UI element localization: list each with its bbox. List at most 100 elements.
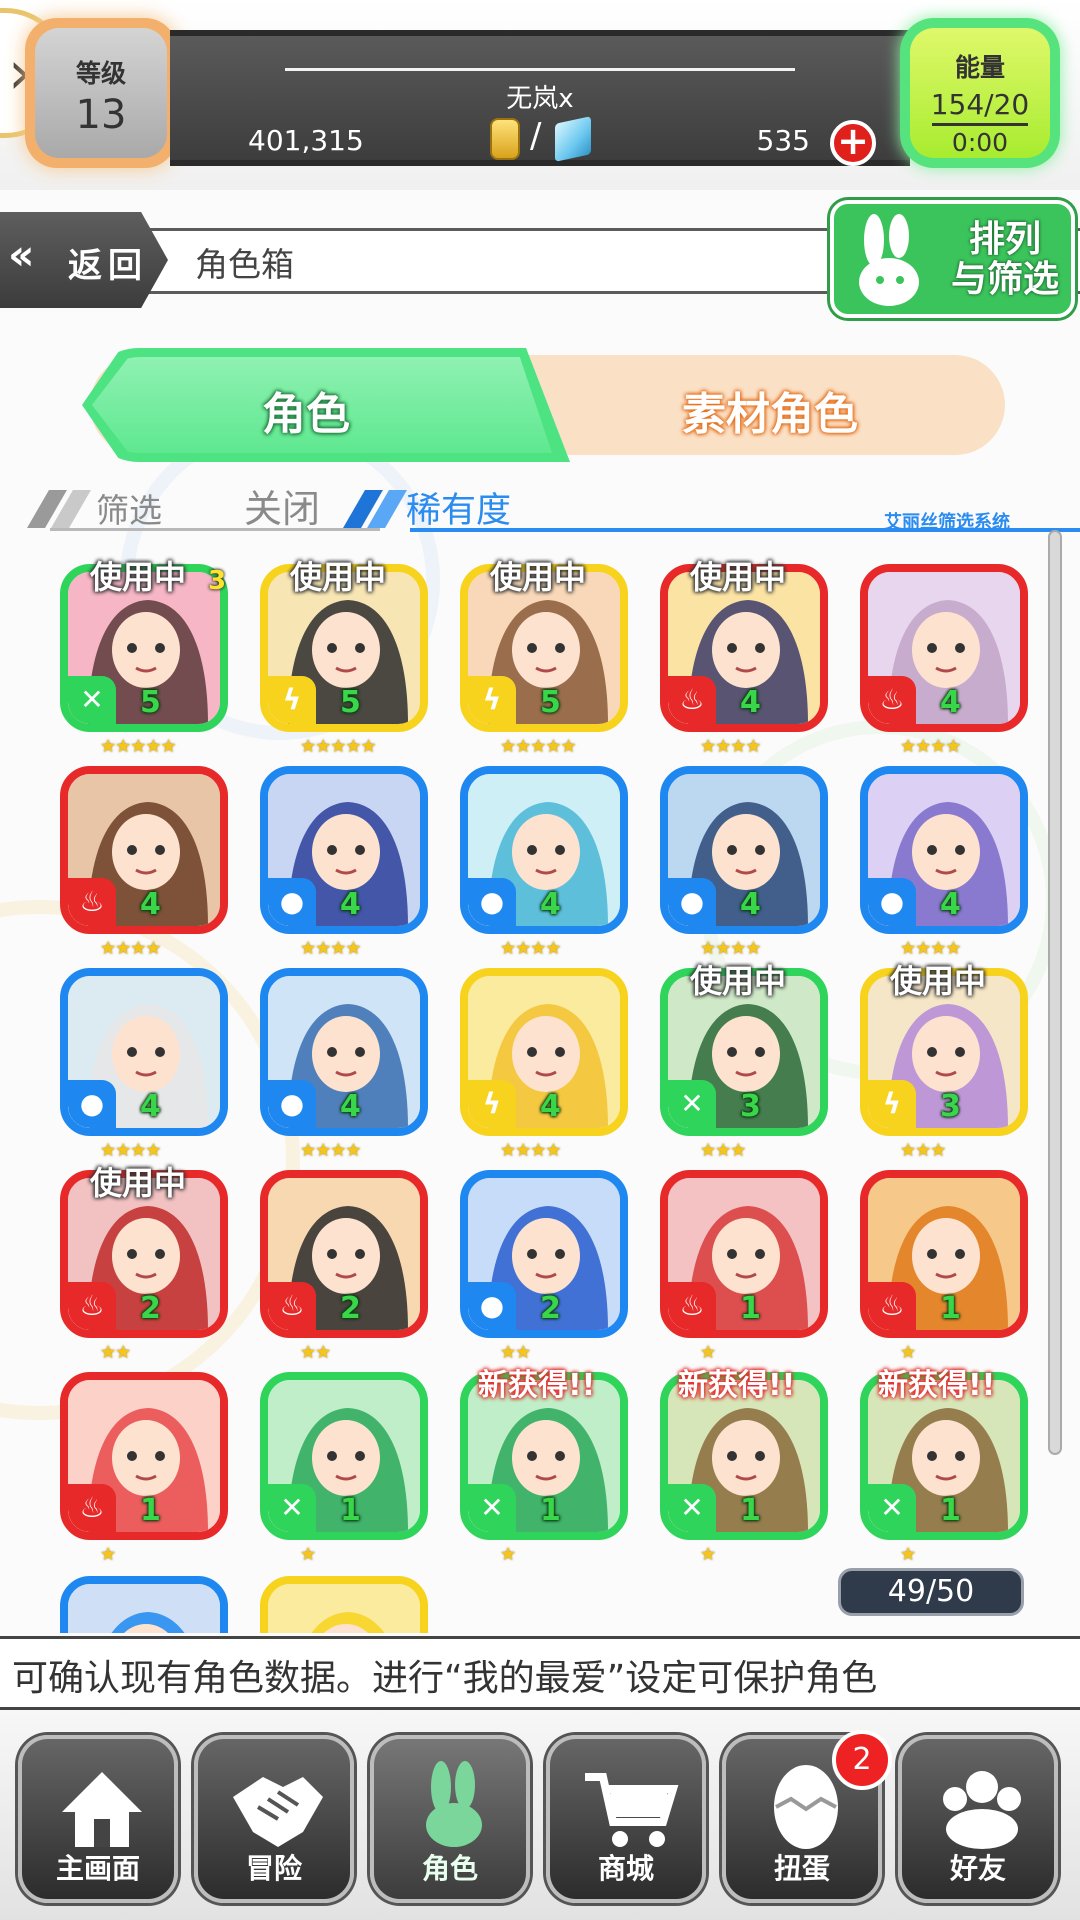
rarity-stars: ★★★★ [700,736,762,757]
card-level: 1 [340,1493,361,1528]
rarity-stars: ★★ [500,1342,531,1363]
rarity-stars: ★ [500,1544,516,1565]
new-tag: 新获得!! [478,1368,596,1403]
divider [285,68,795,71]
character-card[interactable]: ● [60,1576,228,1633]
element-water-icon: ● [468,878,516,926]
card-level: 1 [940,1291,961,1326]
back-label: 返回 [68,246,148,286]
character-card[interactable]: ✕ 1 [260,1372,428,1540]
character-card[interactable]: ϟ 4 [460,968,628,1136]
nav-label: 角色 [421,1852,478,1885]
divider [932,123,1028,126]
nav-button-bunny[interactable]: 角色 [370,1735,530,1903]
card-level: 1 [740,1493,761,1528]
sort-filter-button[interactable]: 排列 与筛选 [830,200,1075,318]
rarity-stars: ★★★ [900,1140,946,1161]
friends-icon [943,1771,1021,1849]
in-use-tag: 使用中 [490,558,587,596]
character-card[interactable]: ● 4 [60,968,228,1136]
coin-count: 401,315 [248,124,364,157]
character-card[interactable]: ♨ 4 [860,564,1028,732]
card-level: 1 [940,1493,961,1528]
character-card[interactable]: ♨ 4 [60,766,228,934]
character-card[interactable]: ♨ 2 [260,1170,428,1338]
home-icon [62,1772,142,1847]
nav-label: 冒险 [245,1852,302,1885]
coin-icon [490,118,520,160]
energy-badge: 能量 154/20 0:00 [900,18,1060,168]
character-card[interactable]: ● 2 [460,1170,628,1338]
character-card[interactable]: ● 4 [460,766,628,934]
element-fire-icon: ♨ [268,1282,316,1330]
card-level: 5 [340,685,361,720]
rarity-stars: ★★★★ [500,938,562,959]
card-level: 2 [540,1291,561,1326]
rarity-stars: ★★★★ [500,1140,562,1161]
rarity-stars: ★★★★★ [500,736,577,757]
element-wind-icon: ✕ [668,1080,716,1128]
element-fire-icon: ♨ [868,676,916,724]
rarity-stars: ★★ [300,1342,331,1363]
element-fire-icon: ♨ [868,1282,916,1330]
nav-button-handshake[interactable]: 冒险 [194,1735,354,1903]
filter-system-label: 艾丽丝筛选系统 [884,512,1010,533]
character-portrait [68,1584,220,1633]
character-card[interactable]: ● 4 [260,968,428,1136]
level-badge: 等级 13 [25,18,177,168]
add-gems-button[interactable]: + [830,120,876,166]
character-card[interactable]: ● 4 [660,766,828,934]
card-level: 4 [940,685,961,720]
character-card[interactable]: ● 4 [260,766,428,934]
element-water-icon: ● [468,1282,516,1330]
energy-value: 154/20 [930,88,1030,121]
nav-label: 主画面 [55,1852,140,1885]
gem-icon [555,116,591,162]
player-panel: 无岚x 401,315 / 535 [170,30,910,166]
rarity-stars: ★ [900,1342,916,1363]
level-label: 等级 [75,59,126,88]
notification-badge: 2 [832,1730,892,1790]
character-count: 49/50 [838,1568,1024,1616]
back-button[interactable]: ‹‹ 返回 [0,212,168,308]
nav-label: 商城 [597,1852,654,1885]
card-level: 4 [940,887,961,922]
element-wind-icon: ✕ [868,1484,916,1532]
character-card[interactable]: ϟ [260,1576,428,1633]
nav-button-friends[interactable]: 好友 [898,1735,1058,1903]
rarity-filter[interactable]: 稀有度 [406,482,511,533]
card-level: 4 [340,1089,361,1124]
element-water-icon: ● [68,1080,116,1128]
gem-count: 535 [756,124,810,157]
rarity-stars: ★ [300,1544,316,1565]
card-level: 4 [740,887,761,922]
nav-button-cart[interactable]: 商城 [546,1735,706,1903]
character-portrait [268,1584,420,1633]
in-use-tag: 使用中 [690,962,787,1000]
sort-label-1: 排列 [968,219,1041,260]
cart-icon [585,1773,679,1847]
nav-button-home[interactable]: 主画面 [18,1735,178,1903]
rarity-stars: ★★★★ [700,938,762,959]
character-card[interactable]: ● 4 [860,766,1028,934]
character-card[interactable]: ♨ 1 [660,1170,828,1338]
in-use-tag: 使用中 [690,558,787,596]
card-level: 4 [340,887,361,922]
energy-timer: 0:00 [951,128,1009,157]
double-chevron-left-icon: ‹‹ [8,230,34,279]
element-thunder-icon: ϟ [468,676,516,724]
character-card[interactable]: ♨ 1 [60,1372,228,1540]
character-card[interactable]: ♨ 1 [860,1170,1028,1338]
element-fire-icon: ♨ [68,1484,116,1532]
card-level: 1 [740,1291,761,1326]
filter-close-button[interactable]: 关闭 [244,478,320,533]
rarity-stars: ★★★★★ [100,736,177,757]
character-grid: ✕ 5 ★★★★★ 使用中 3 ϟ 5 ★★★★★ 使用中 ϟ 5 ★★★★★ 使用中 [0,548,1050,1633]
element-water-icon: ● [668,878,716,926]
element-wind-icon: ✕ [468,1484,516,1532]
rarity-stars: ★★★★ [300,1140,362,1161]
scrollbar[interactable] [1048,530,1062,1455]
rarity-stars: ★★★ [700,1140,746,1161]
page-title: 角色箱 [195,245,294,284]
card-level: 1 [540,1493,561,1528]
